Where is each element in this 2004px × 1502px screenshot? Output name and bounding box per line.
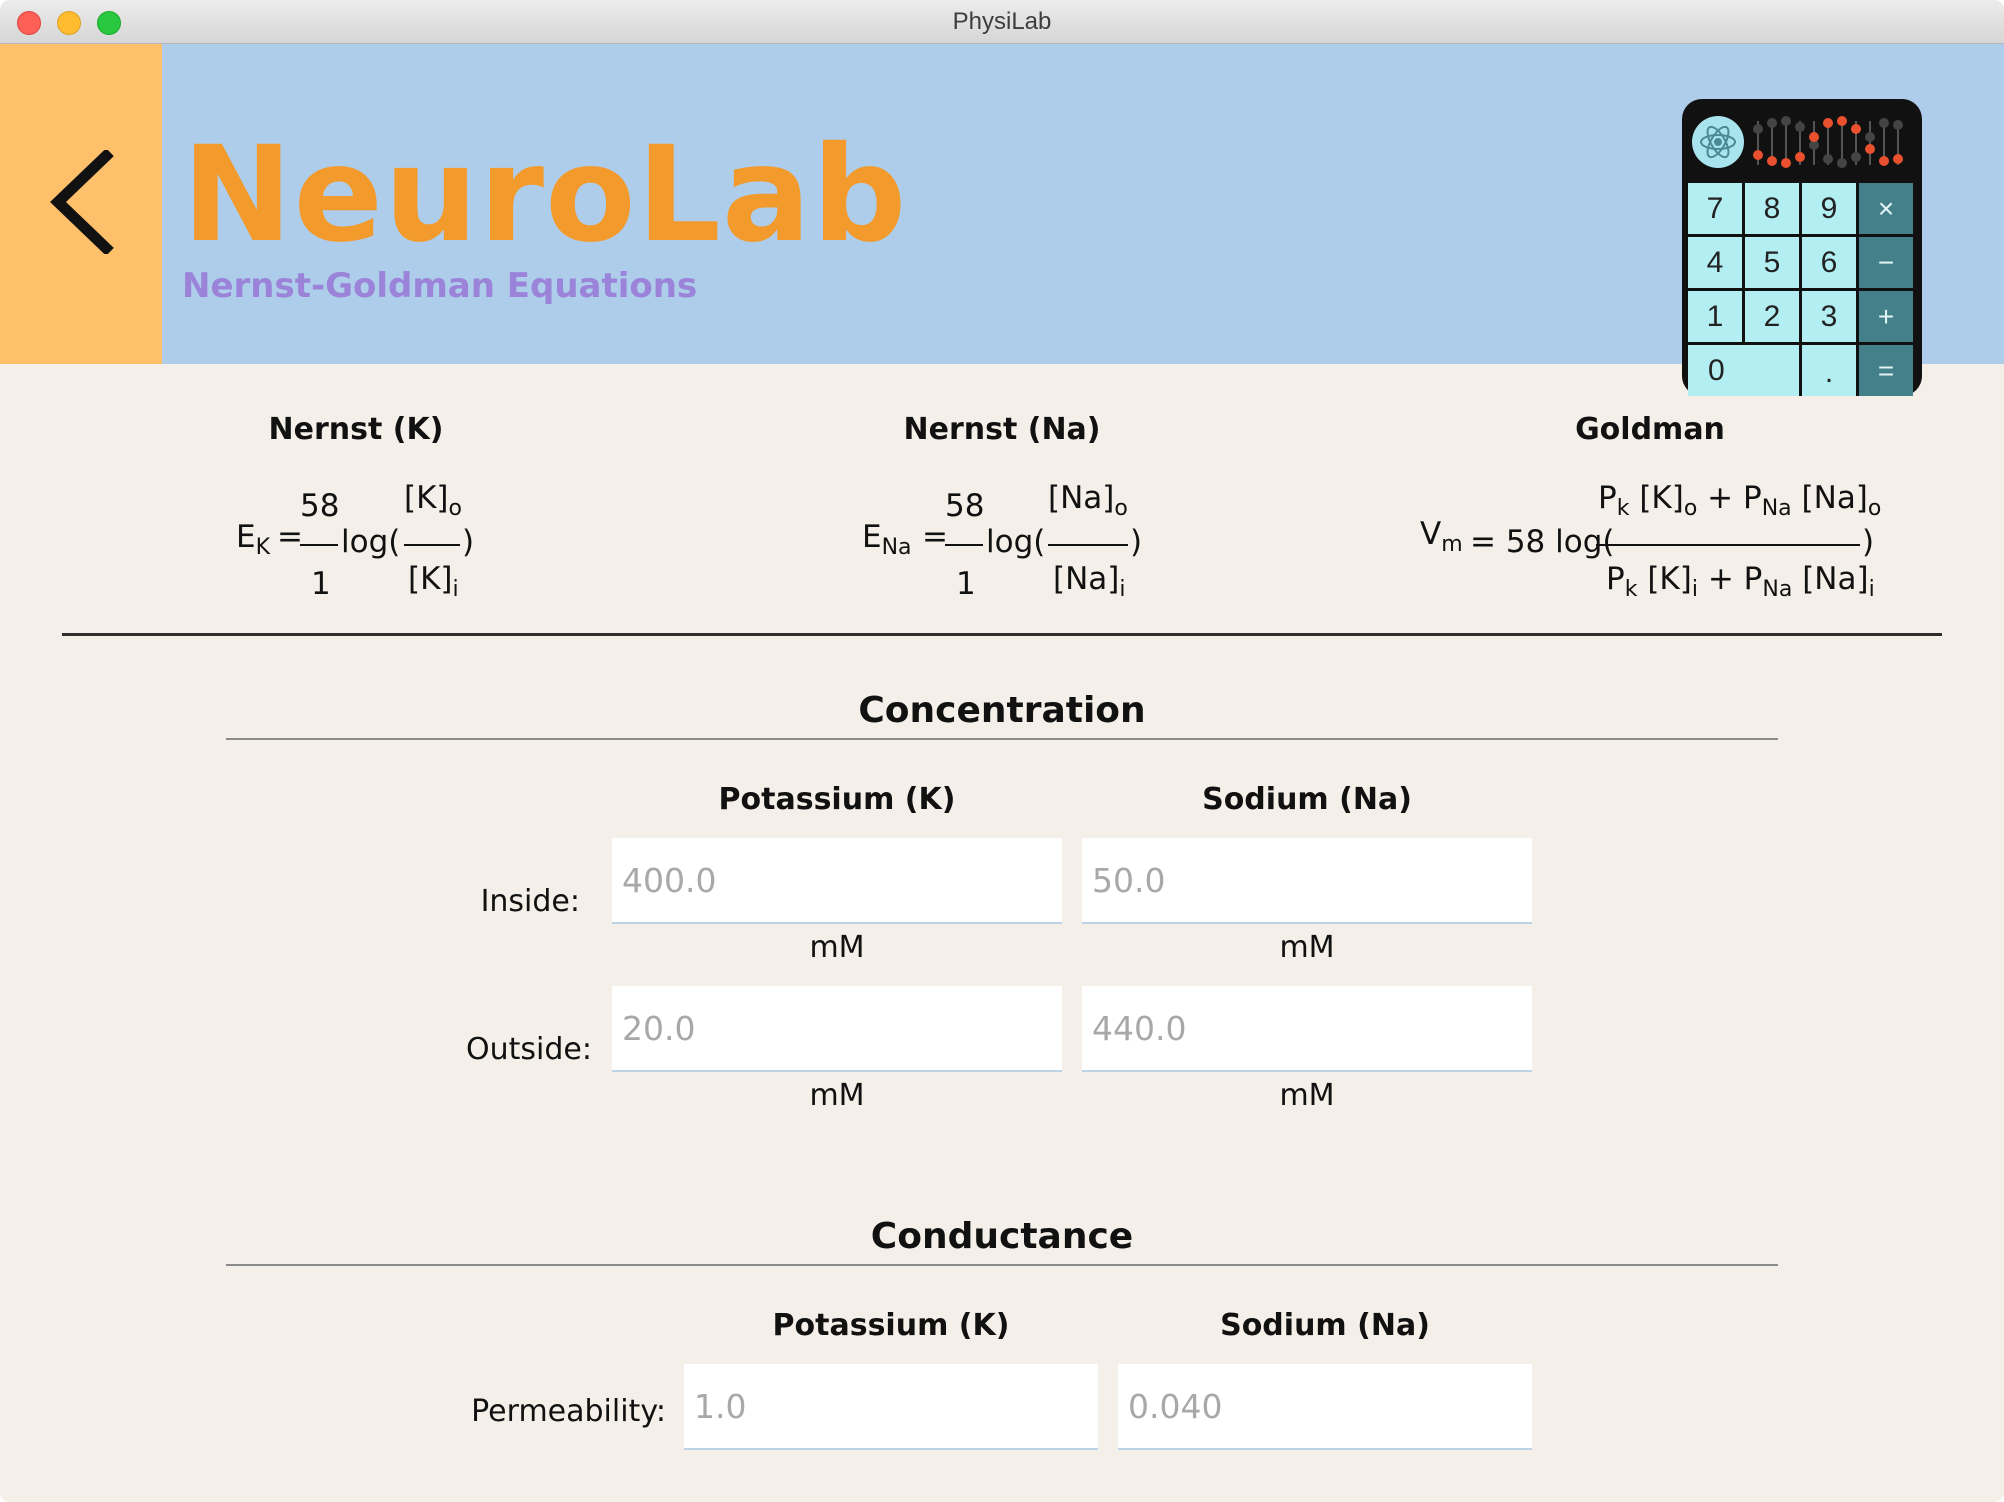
calc-key: 4 (1688, 237, 1742, 288)
inside-label: Inside: (480, 884, 580, 919)
nernst-k-numerator: [K]o (404, 480, 462, 522)
permeability-sodium-input[interactable] (1118, 1364, 1532, 1450)
concentration-col-sodium: Sodium (Na) (1202, 782, 1412, 817)
calc-key: 6 (1802, 237, 1856, 288)
inside-sodium-unit: mM (1279, 930, 1335, 965)
calc-key: 1 (1688, 291, 1742, 342)
nernst-k-denominator: [K]i (408, 561, 459, 603)
permeability-potassium-input[interactable] (684, 1364, 1098, 1450)
nernst-na-coef-bar (945, 544, 983, 546)
outside-potassium-input[interactable] (612, 986, 1062, 1072)
chevron-left-icon (50, 150, 114, 254)
goldman-title: Goldman (1575, 412, 1725, 447)
nernst-na-fraction-bar (1048, 544, 1128, 546)
formulas-section: Nernst (K) EK = 58 1 log( [K]o [K]i ) Ne… (0, 364, 2004, 634)
nernst-na-denominator: [Na]i (1053, 561, 1126, 603)
nernst-na-coef-den: 1 (956, 566, 976, 602)
nernst-na-coef-num: 58 (945, 488, 985, 524)
nernst-k-title: Nernst (K) (268, 412, 444, 447)
goldman-denominator: Pk [K]i + PNa [Na]i (1606, 561, 1875, 603)
app-title: NeuroLab (182, 118, 908, 272)
nernst-na-close: ) (1130, 524, 1143, 560)
conductance-col-potassium: Potassium (K) (772, 1308, 1010, 1343)
goldman-rhs: = 58 log( (1470, 524, 1615, 560)
calculator-screen (1692, 116, 1903, 168)
permeability-label: Permeability: (471, 1394, 666, 1429)
nernst-k-coef-den: 1 (311, 566, 331, 602)
outside-label: Outside: (466, 1032, 592, 1067)
app-window: PhysiLab NeuroLab Nernst-Goldman Equatio… (0, 0, 2004, 1502)
outside-potassium-unit: mM (809, 1078, 865, 1113)
calc-key: × (1859, 183, 1913, 234)
calculator-button[interactable]: 7 8 9 × 4 5 6 − 1 2 3 + 0 . = (1682, 99, 1922, 396)
header-banner: NeuroLab Nernst-Goldman Equations 7 8 9 … (0, 44, 2004, 396)
calc-key: 2 (1745, 291, 1799, 342)
goldman-numerator: Pk [K]o + PNa [Na]o (1598, 480, 1882, 522)
calc-key: 7 (1688, 183, 1742, 234)
calc-key: 5 (1745, 237, 1799, 288)
nernst-k-close: ) (462, 524, 475, 560)
nernst-na-title: Nernst (Na) (903, 412, 1101, 447)
goldman-fraction-bar (1596, 544, 1860, 546)
calc-key: 3 (1802, 291, 1856, 342)
dna-helix-icon (1753, 116, 1903, 168)
inside-sodium-input[interactable] (1082, 838, 1532, 924)
app-subtitle: Nernst-Goldman Equations (182, 266, 698, 306)
calc-key: 8 (1745, 183, 1799, 234)
conductance-divider (226, 1264, 1778, 1266)
nernst-na-eq: = (922, 519, 948, 555)
window-title: PhysiLab (952, 8, 1052, 35)
formula-divider (62, 633, 1942, 636)
title-bar: PhysiLab (0, 0, 2004, 44)
calc-key: + (1859, 291, 1913, 342)
nernst-k-fraction-bar (404, 544, 460, 546)
back-button[interactable] (0, 44, 162, 364)
calc-key: 9 (1802, 183, 1856, 234)
nernst-k-lhs: EK (236, 519, 271, 561)
goldman-lhs: Vm (1420, 516, 1463, 558)
nernst-k-log: log( (341, 524, 401, 560)
inside-potassium-input[interactable] (612, 838, 1062, 924)
nernst-na-log: log( (986, 524, 1046, 560)
nernst-na-lhs: ENa (862, 519, 912, 561)
outside-sodium-unit: mM (1279, 1078, 1335, 1113)
nernst-na-numerator: [Na]o (1048, 480, 1128, 522)
conductance-col-sodium: Sodium (Na) (1220, 1308, 1430, 1343)
nernst-k-eq: = (277, 519, 303, 555)
inside-potassium-unit: mM (809, 930, 865, 965)
nernst-k-coef-num: 58 (300, 488, 340, 524)
concentration-divider (226, 738, 1778, 740)
goldman-close: ) (1862, 524, 1875, 560)
concentration-col-potassium: Potassium (K) (718, 782, 956, 817)
concentration-title: Concentration (858, 690, 1146, 731)
outside-sodium-input[interactable] (1082, 986, 1532, 1072)
conductance-title: Conductance (870, 1216, 1134, 1257)
nernst-k-coef-bar (300, 544, 338, 546)
calc-key: − (1859, 237, 1913, 288)
